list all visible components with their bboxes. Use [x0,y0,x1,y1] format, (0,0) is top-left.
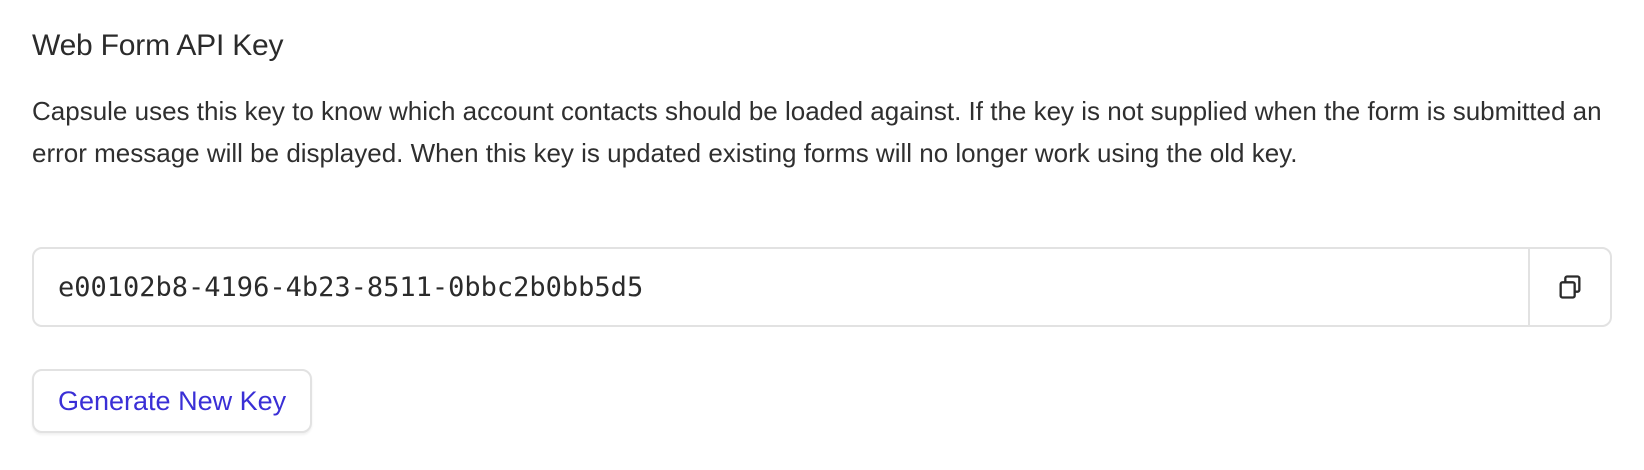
copy-icon [1556,273,1584,301]
section-description: Capsule uses this key to know which acco… [32,96,1602,168]
generate-new-key-button[interactable]: Generate New Key [32,369,313,433]
api-key-value[interactable]: e00102b8-4196-4b23-8511-0bbc2b0bb5d5 [34,249,1528,325]
api-key-field: e00102b8-4196-4b23-8511-0bbc2b0bb5d5 [32,247,1612,327]
web-form-api-key-panel: Web Form API Key Capsule uses this key t… [0,0,1644,470]
copy-button[interactable] [1528,249,1610,325]
section-title: Web Form API Key [32,29,284,62]
